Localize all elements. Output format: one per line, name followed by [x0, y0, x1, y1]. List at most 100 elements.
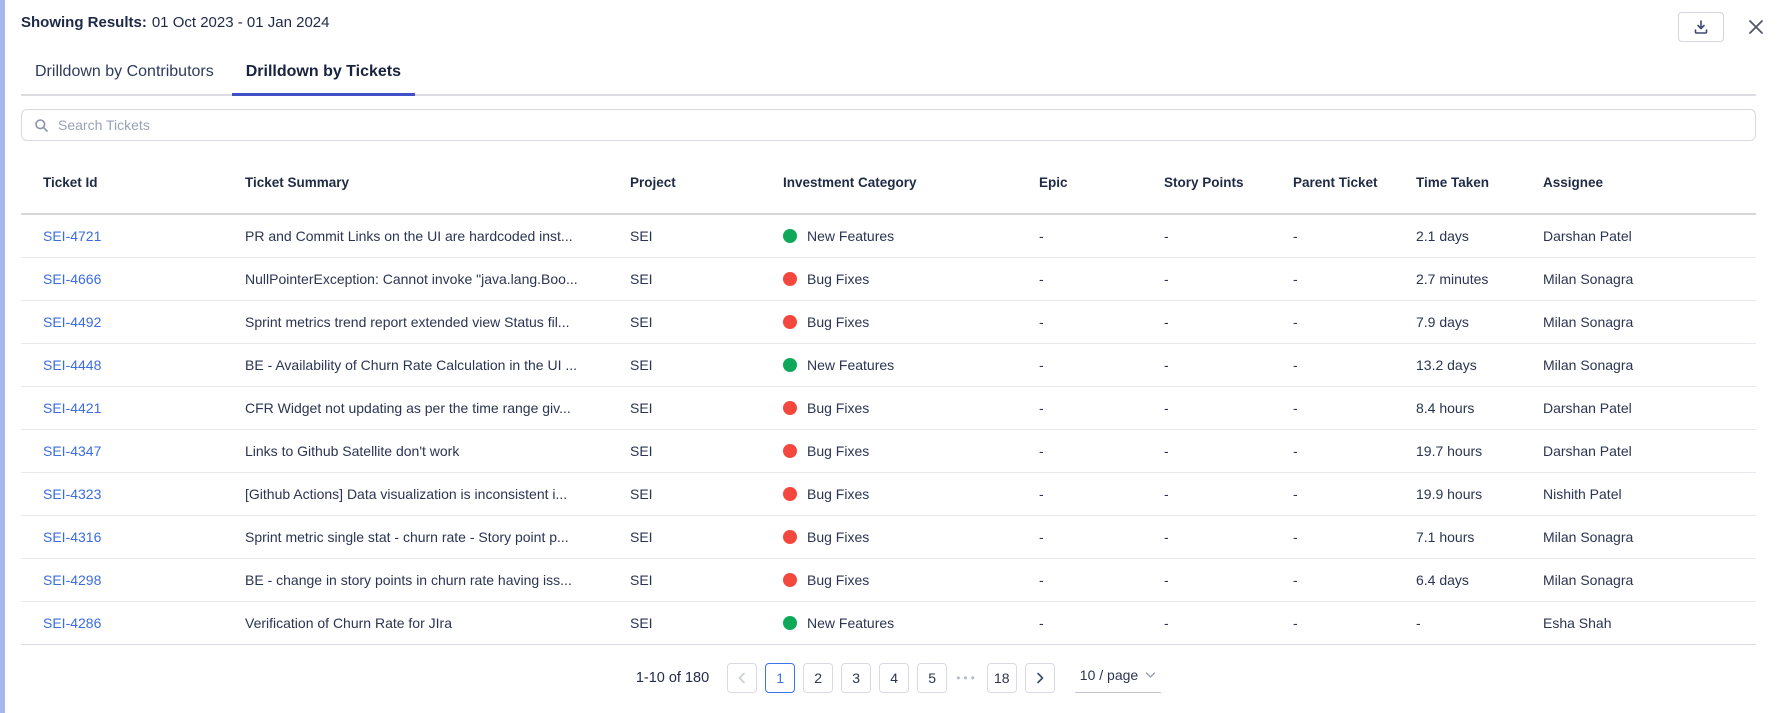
table-row: SEI-4421 CFR Widget not updating as per t… [21, 387, 1756, 430]
table-row: SEI-4286Verification of Churn Rate for J… [21, 602, 1756, 645]
ticket-id-link[interactable]: SEI-4323 [43, 486, 101, 502]
cell-investment-category: Bug Fixes [783, 314, 1039, 330]
cell-story-points: - [1164, 271, 1293, 287]
close-button[interactable] [1744, 15, 1768, 39]
cell-parent-ticket: - [1293, 271, 1416, 287]
previous-page-button[interactable] [727, 663, 757, 693]
cell-assignee: Milan Sonagra [1543, 529, 1756, 545]
ticket-id-link[interactable]: SEI-4286 [43, 615, 101, 631]
cell-summary: Sprint metrics trend report extended vie… [245, 314, 630, 330]
cell-project: SEI [630, 400, 783, 416]
cell-epic: - [1039, 400, 1164, 416]
ticket-id-link[interactable]: SEI-4448 [43, 357, 101, 373]
page-button-5[interactable]: 5 [917, 663, 947, 693]
cell-time-taken: 8.4 hours [1416, 400, 1543, 416]
next-page-button[interactable] [1025, 663, 1055, 693]
cell-epic: - [1039, 443, 1164, 459]
page-button-18[interactable]: 18 [987, 663, 1017, 693]
ticket-id-link[interactable]: SEI-4298 [43, 572, 101, 588]
cell-parent-ticket: - [1293, 572, 1416, 588]
cell-assignee: Darshan Patel [1543, 443, 1756, 459]
cell-project: SEI [630, 572, 783, 588]
category-dot [783, 530, 797, 544]
table-body: SEI-4721PR and Commit Links on the UI ar… [21, 215, 1756, 645]
cell-epic: - [1039, 271, 1164, 287]
cell-epic: - [1039, 529, 1164, 545]
cell-summary: NullPointerException: Cannot invoke "jav… [245, 271, 630, 287]
category-dot [783, 401, 797, 415]
category-dot [783, 272, 797, 286]
showing-results: Showing Results:01 Oct 2023 - 01 Jan 202… [21, 12, 329, 31]
cell-time-taken: 19.7 hours [1416, 443, 1543, 459]
cell-epic: - [1039, 572, 1164, 588]
column-header-assignee: Assignee [1543, 175, 1756, 190]
drilldown-tabs: Drilldown by Contributors Drilldown by T… [21, 63, 1756, 96]
column-header-investment-category: Investment Category [783, 175, 1039, 190]
page-button-1[interactable]: 1 [765, 663, 795, 693]
ticket-id-link[interactable]: SEI-4492 [43, 314, 101, 330]
cell-investment-category: New Features [783, 228, 1039, 244]
cell-ticket-id: SEI-4298 [43, 572, 245, 588]
category-label: Bug Fixes [807, 271, 869, 287]
cell-time-taken: 13.2 days [1416, 357, 1543, 373]
cell-assignee: Milan Sonagra [1543, 314, 1756, 330]
cell-summary: Sprint metric single stat - churn rate -… [245, 529, 630, 545]
showing-results-label: Showing Results: [21, 14, 147, 31]
cell-investment-category: New Features [783, 357, 1039, 373]
category-dot [783, 358, 797, 372]
ticket-id-link[interactable]: SEI-4316 [43, 529, 101, 545]
page-size-value: 10 / page [1080, 667, 1138, 683]
cell-project: SEI [630, 615, 783, 631]
cell-story-points: - [1164, 357, 1293, 373]
category-label: Bug Fixes [807, 529, 869, 545]
cell-assignee: Darshan Patel [1543, 400, 1756, 416]
cell-ticket-id: SEI-4347 [43, 443, 245, 459]
cell-assignee: Esha Shah [1543, 615, 1756, 631]
cell-assignee: Nishith Patel [1543, 486, 1756, 502]
table-row: SEI-4323[Github Actions] Data visualizat… [21, 473, 1756, 516]
cell-time-taken: 19.9 hours [1416, 486, 1543, 502]
cell-assignee: Milan Sonagra [1543, 357, 1756, 373]
ticket-id-link[interactable]: SEI-4666 [43, 271, 101, 287]
tab-drilldown-by-contributors[interactable]: Drilldown by Contributors [21, 63, 228, 94]
category-label: Bug Fixes [807, 400, 869, 416]
page-button-4[interactable]: 4 [879, 663, 909, 693]
cell-investment-category: New Features [783, 615, 1039, 631]
column-header-project: Project [630, 175, 783, 190]
cell-investment-category: Bug Fixes [783, 443, 1039, 459]
column-header-story-points: Story Points [1164, 175, 1293, 190]
cell-assignee: Milan Sonagra [1543, 271, 1756, 287]
tickets-table: Ticket Id Ticket Summary Project Investm… [21, 151, 1756, 645]
table-header-row: Ticket Id Ticket Summary Project Investm… [21, 151, 1756, 215]
cell-investment-category: Bug Fixes [783, 400, 1039, 416]
cell-ticket-id: SEI-4492 [43, 314, 245, 330]
page-button-3[interactable]: 3 [841, 663, 871, 693]
chevron-left-icon [737, 672, 747, 684]
search-input[interactable] [58, 117, 1743, 133]
cell-project: SEI [630, 443, 783, 459]
cell-epic: - [1039, 228, 1164, 244]
tab-drilldown-by-tickets[interactable]: Drilldown by Tickets [232, 63, 415, 94]
category-label: Bug Fixes [807, 443, 869, 459]
search-bar [21, 109, 1756, 141]
cell-summary: CFR Widget not updating as per the time … [245, 400, 630, 416]
cell-epic: - [1039, 486, 1164, 502]
chevron-down-icon [1145, 671, 1156, 679]
cell-project: SEI [630, 486, 783, 502]
cell-parent-ticket: - [1293, 443, 1416, 459]
cell-epic: - [1039, 615, 1164, 631]
cell-summary: BE - change in story points in churn rat… [245, 572, 630, 588]
ticket-id-link[interactable]: SEI-4421 [43, 400, 101, 416]
cell-parent-ticket: - [1293, 314, 1416, 330]
ticket-id-link[interactable]: SEI-4347 [43, 443, 101, 459]
table-row: SEI-4298 BE - change in story points in c… [21, 559, 1756, 602]
ticket-id-link[interactable]: SEI-4721 [43, 228, 101, 244]
cell-time-taken: 7.1 hours [1416, 529, 1543, 545]
table-row: SEI-4721PR and Commit Links on the UI ar… [21, 215, 1756, 258]
page-button-2[interactable]: 2 [803, 663, 833, 693]
cell-time-taken: - [1416, 615, 1543, 631]
category-dot [783, 487, 797, 501]
page-size-select[interactable]: 10 / page [1075, 662, 1161, 693]
download-button[interactable] [1678, 12, 1724, 42]
cell-story-points: - [1164, 400, 1293, 416]
